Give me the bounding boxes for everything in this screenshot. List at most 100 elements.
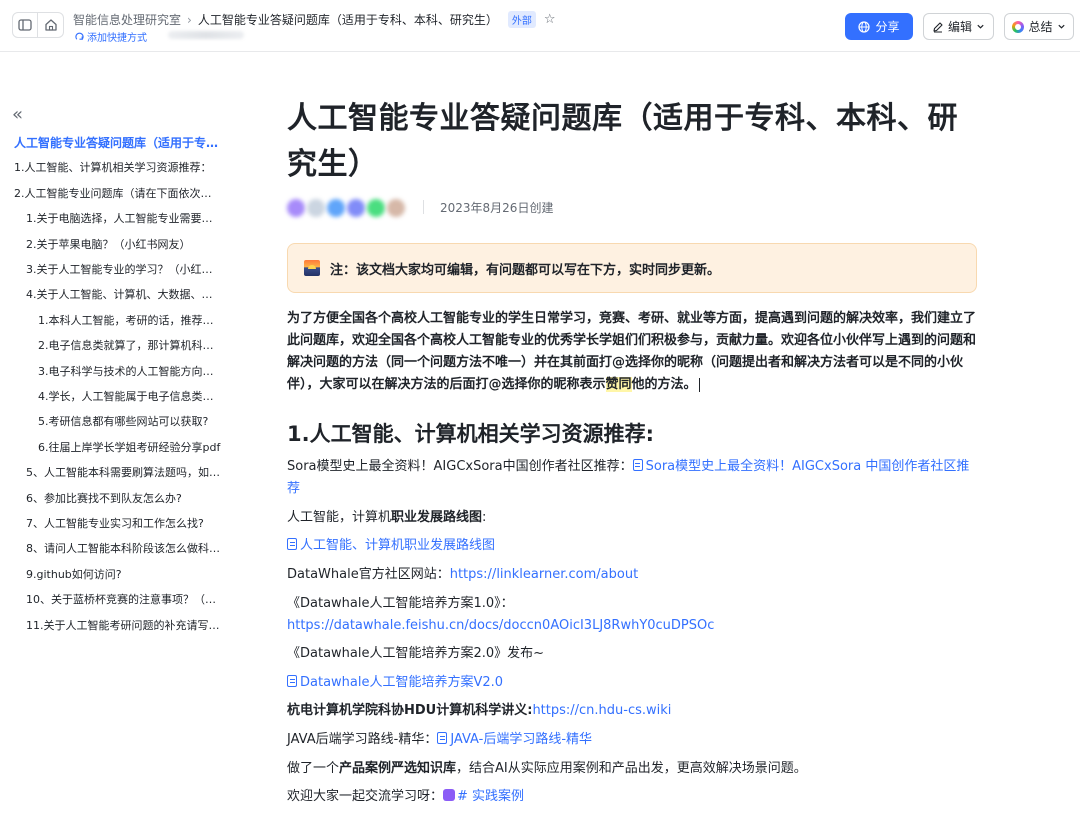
created-date: 2023年8月26日创建 — [440, 201, 554, 215]
shortcut-icon — [75, 32, 84, 40]
toc-item[interactable]: 2.关于苹果电脑？（小红书网友） — [26, 235, 222, 255]
star-icon[interactable]: ☆ — [544, 12, 556, 27]
resource-line-case: 做了一个产品案例严选知识库，结合AI从实际应用案例和产品出发，更高效解决场景问题… — [287, 758, 977, 780]
resource-line-plan1: 《Datawhale人工智能培养方案1.0》： — [287, 593, 977, 615]
resource-line-career: 人工智能，计算机职业发展路线图: — [287, 507, 977, 529]
resource-line-plan2: 《Datawhale人工智能培养方案2.0》发布~ — [287, 643, 977, 665]
sunset-icon — [304, 260, 320, 276]
sidebar-toggle-button[interactable] — [12, 12, 38, 38]
resource-text: 《Datawhale人工智能培养方案1.0》： — [287, 596, 514, 611]
add-shortcut-link[interactable]: 添加快捷方式 — [75, 29, 147, 44]
resource-text: 欢迎大家一起交流学习呀： — [287, 789, 444, 804]
top-bar: 智能信息处理研究室 › 人工智能专业答疑问题库（适用于专科、本科、研究生） 外部… — [0, 0, 1080, 52]
avatar[interactable] — [287, 199, 305, 217]
resource-text: 做了一个 — [287, 761, 340, 776]
toc-item[interactable]: 5.考研信息都有哪些网站可以获取? — [38, 412, 222, 432]
toc-item[interactable]: 2.人工智能专业问题库（请在下面依次添加问题） — [14, 184, 220, 204]
resource-line-welcome: 欢迎大家一起交流学习呀： # 实践案例 — [287, 786, 977, 808]
breadcrumb-current[interactable]: 人工智能专业答疑问题库（适用于专科、本科、研究生） — [198, 11, 498, 28]
resource-line-career-link: 人工智能、计算机职业发展路线图 — [287, 535, 977, 557]
resource-text: 《Datawhale人工智能培养方案2.0》发布~ — [287, 646, 545, 661]
summary-button[interactable]: 总结 — [1004, 13, 1074, 40]
resource-text-bold: 职业发展路线图 — [391, 510, 483, 525]
toc-item[interactable]: 9.github如何访问? — [26, 565, 222, 585]
intro-text-end: 他的方法。 — [631, 377, 697, 392]
hdu-url-link[interactable]: https://cn.hdu-cs.wiki — [532, 703, 671, 718]
link-label: JAVA-后端学习路线-精华 — [450, 732, 593, 747]
resource-line-plan1-link: https://datawhale.feishu.cn/docs/doccn0A… — [287, 615, 977, 637]
blurred-info — [168, 31, 244, 39]
datawhale-url-link[interactable]: https://linklearner.com/about — [450, 567, 638, 582]
avatar[interactable] — [387, 199, 405, 217]
resource-line-datawhale: DataWhale官方社区网站：https://linklearner.com/… — [287, 564, 977, 586]
globe-icon — [858, 20, 871, 33]
resource-text: Sora模型史上最全资料！AIGCxSora中国创作者社区推荐： — [287, 459, 633, 474]
avatar[interactable] — [347, 199, 365, 217]
practice-case-link[interactable]: # 实践案例 — [443, 789, 524, 804]
toc-item[interactable]: 2.电子信息类就算了，那计算机科学与技术 — [38, 336, 222, 356]
edit-button[interactable]: 编辑 — [923, 13, 994, 40]
resource-line-java: JAVA后端学习路线-精华： JAVA-后端学习路线-精华 — [287, 729, 977, 751]
toc-item[interactable]: 5、人工智能本科需要刷算法题吗，如何刷？ — [26, 463, 222, 483]
plan1-url-link[interactable]: https://datawhale.feishu.cn/docs/doccn0A… — [287, 618, 714, 633]
edit-label: 编辑 — [947, 20, 972, 34]
toc-item[interactable]: 6.往届上岸学长学姐考研经验分享pdf — [38, 438, 222, 458]
page-title: 人工智能专业答疑问题库（适用于专科、本科、研究生） — [287, 101, 958, 182]
add-shortcut-label: 添加快捷方式 — [87, 33, 147, 44]
resource-text: ，结合AI从实际应用案例和产品出发，更高效解决场景问题。 — [456, 761, 807, 776]
breadcrumb-parent[interactable]: 智能信息处理研究室 — [73, 11, 181, 28]
document-icon — [287, 675, 297, 687]
link-label: Datawhale人工智能培养方案V2.0 — [300, 675, 504, 690]
link-label: # 实践案例 — [457, 789, 525, 804]
document-icon — [632, 459, 643, 471]
document-icon — [437, 732, 448, 744]
career-roadmap-link[interactable]: 人工智能、计算机职业发展路线图 — [287, 538, 495, 553]
home-icon — [44, 19, 57, 31]
java-doc-link[interactable]: JAVA-后端学习路线-精华 — [437, 732, 592, 747]
share-label: 分享 — [875, 20, 900, 34]
toc-item[interactable]: 1.关于电脑选择，人工智能专业需要什么配置？ — [26, 209, 222, 229]
toc-item[interactable]: 1.本科人工智能，考研的话，推荐什么方向 — [38, 311, 222, 331]
breadcrumb: 智能信息处理研究室 › 人工智能专业答疑问题库（适用于专科、本科、研究生） 外部… — [73, 11, 556, 28]
resource-line-sora: Sora模型史上最全资料！AIGCxSora中国创作者社区推荐： Sora模型史上… — [287, 456, 977, 500]
toc-item[interactable]: 7、人工智能专业实习和工作怎么找? — [26, 514, 222, 534]
collapse-toc-icon[interactable]: « — [12, 106, 23, 124]
link-label: 人工智能、计算机职业发展路线图 — [300, 538, 496, 553]
toc-item[interactable]: 4.关于人工智能、计算机、大数据、电子信息 — [26, 285, 222, 305]
plan2-doc-link[interactable]: Datawhale人工智能培养方案V2.0 — [287, 675, 503, 690]
resource-text: : — [482, 510, 487, 525]
share-button[interactable]: 分享 — [845, 13, 913, 40]
divider — [423, 200, 424, 214]
ai-summary-icon — [1012, 20, 1025, 33]
collaborator-avatars[interactable] — [287, 197, 411, 219]
toc-item[interactable]: 8、请问人工智能本科阶段该怎么做科研？ — [26, 539, 222, 559]
avatar[interactable] — [327, 199, 345, 217]
chevron-right-icon: › — [187, 12, 192, 27]
pencil-icon — [933, 21, 943, 32]
avatar[interactable] — [307, 199, 325, 217]
toc-item[interactable]: 1.人工智能、计算机相关学习资源推荐： — [14, 158, 220, 178]
toc-item[interactable]: 人工智能专业答疑问题库（适用于专科、本科、研究生） — [14, 133, 228, 153]
toc-item[interactable]: 3.电子科学与技术的人工智能方向怎么样 — [38, 362, 222, 382]
avatar[interactable] — [367, 199, 385, 217]
resource-text-bold: 产品案例严选知识库 — [339, 761, 457, 776]
section-heading: 1.人工智能、计算机相关学习资源推荐: — [287, 422, 654, 446]
callout-text: 注：该文档大家均可编辑，有问题都可以写在下方，实时同步更新。 — [330, 262, 721, 278]
resource-line-plan2-link: Datawhale人工智能培养方案V2.0 — [287, 672, 977, 694]
toc-item[interactable]: 4.学长，人工智能属于电子信息类吗？ — [38, 387, 222, 407]
resource-text: 人工智能，计算机 — [287, 510, 392, 525]
resource-text: JAVA后端学习路线-精华： — [287, 732, 438, 747]
knowledge-base-icon — [443, 789, 456, 801]
intro-paragraph[interactable]: 为了方便全国各个高校人工智能专业的学生日常学习，竞赛、考研、就业等方面，提高遇到… — [287, 308, 977, 396]
document-icon — [287, 538, 297, 550]
toc-item[interactable]: 6、参加比赛找不到队友怎么办? — [26, 489, 222, 509]
chevron-down-icon — [977, 24, 984, 29]
callout-note: 注：该文档大家均可编辑，有问题都可以写在下方，实时同步更新。 — [287, 243, 977, 293]
external-badge: 外部 — [507, 11, 536, 28]
resource-text-bold: 杭电计算机学院科协HDU计算机科学讲义: — [287, 703, 533, 718]
sidebar-icon — [18, 19, 32, 31]
toc-item[interactable]: 10、关于蓝桥杯竞赛的注意事项？（小红书） — [26, 590, 222, 610]
toc-item[interactable]: 11.关于人工智能考研问题的补充请写在下面 — [26, 616, 222, 636]
toc-item[interactable]: 3.关于人工智能专业的学习？（小红书网友） — [26, 260, 222, 280]
home-button[interactable] — [38, 12, 64, 38]
